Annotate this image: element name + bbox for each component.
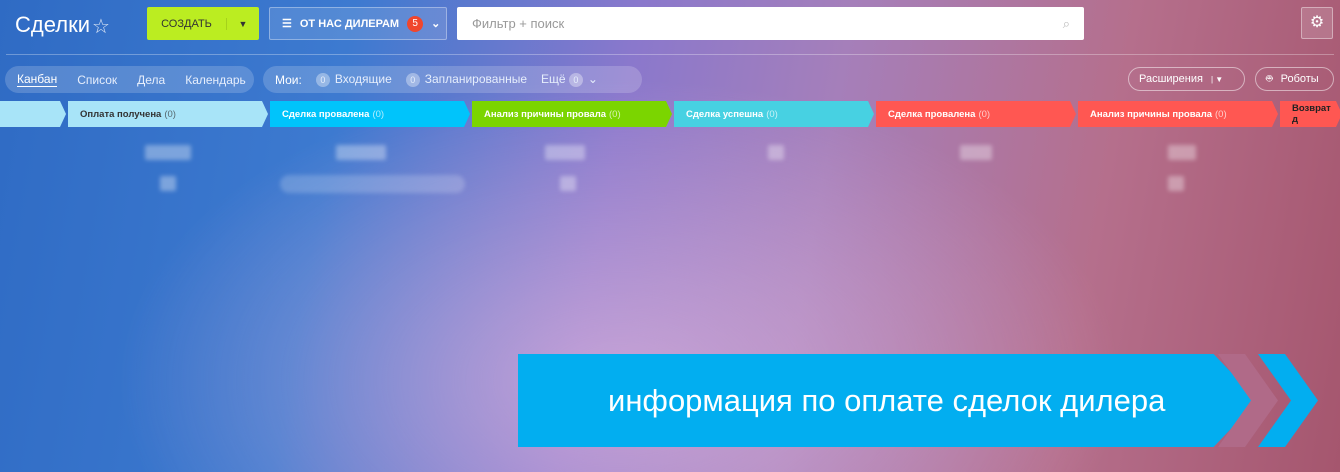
filter-count-badge: 5 [407, 15, 424, 32]
divider [6, 54, 1334, 55]
tab-calendar[interactable]: Календарь [185, 73, 246, 87]
stage-name: Сделка провалена [282, 108, 370, 120]
stage-column-header[interactable] [0, 101, 66, 127]
robot-icon: 🤖︎ [1266, 72, 1273, 85]
filter-icon: ☰ [282, 18, 292, 30]
page-title: Сделки [15, 12, 90, 37]
stage-count: (0) [164, 108, 176, 120]
stage-name: Анализ причины провала [1090, 108, 1213, 120]
promo-banner: информация по оплате сделок дилера [518, 354, 1258, 447]
stage-count: (0) [978, 108, 991, 120]
stage-count: (0) [372, 108, 385, 120]
view-switcher: Канбан Список Дела Календарь [5, 66, 254, 93]
label: Запланированные [424, 72, 527, 86]
dropdown-caret-icon: | ▼ [1210, 74, 1224, 84]
search-input[interactable]: Фильтр + поиск ⌕ [457, 7, 1084, 40]
planned-counter[interactable]: 0 Запланированные [405, 72, 527, 87]
stage-column-header[interactable]: Возврат д [1280, 101, 1340, 127]
kanban-stages: Оплата получена (0) Сделка провалена (0) Ана… [0, 101, 1340, 127]
star-icon[interactable]: ☆ [92, 14, 110, 39]
stage-column-header[interactable]: Сделка провалена (0) [270, 101, 470, 127]
placeholder [1168, 176, 1184, 191]
stage-name: Сделка провалена [888, 108, 976, 120]
incoming-counter[interactable]: 0 Входящие [315, 72, 392, 87]
stage-name: Возврат д [1292, 103, 1331, 125]
stage-name: Оплата получена [80, 108, 162, 120]
stage-column-header[interactable]: Анализ причины провала (0) [472, 101, 672, 127]
count: 0 [405, 73, 420, 87]
banner-text: информация по оплате сделок дилера [608, 382, 1166, 418]
search-icon[interactable]: ⌕ [1063, 16, 1070, 32]
placeholder [145, 145, 191, 160]
placeholder [280, 175, 465, 193]
robots-button[interactable]: 🤖︎ Роботы [1255, 67, 1334, 91]
stage-name: Сделка успешна [686, 108, 764, 120]
stage-column-header[interactable]: Сделка провалена (0) [876, 101, 1076, 127]
stage-count: (0) [766, 108, 778, 120]
filter-preset-button[interactable]: ☰ ОТ НАС ДИЛЕРАМ 5 ⌄ [269, 7, 447, 40]
stage-column-header[interactable]: Анализ причины провала (0) [1078, 101, 1278, 127]
count: 0 [568, 73, 583, 87]
label: Расширения [1139, 73, 1203, 85]
placeholder [768, 145, 784, 160]
my-label: Мои: [275, 72, 302, 87]
tab-activities[interactable]: Дела [137, 73, 165, 87]
placeholder [960, 145, 992, 160]
stage-count: (0) [609, 108, 621, 120]
more-counter[interactable]: Ещё 0 ⌄ [541, 72, 598, 87]
chevron-down-icon: ⌄ [431, 18, 441, 30]
label: Ещё [541, 72, 566, 86]
label: Роботы [1280, 73, 1319, 85]
my-counters: Мои: 0 Входящие 0 Запланированные Ещё 0 ⌄ [263, 66, 642, 93]
label: Входящие [334, 72, 392, 86]
search-placeholder: Фильтр + поиск [472, 16, 565, 31]
stage-column-header[interactable]: Оплата получена (0) [68, 101, 268, 127]
dropdown-caret-icon[interactable]: ▼ [227, 19, 259, 29]
filter-label: ОТ НАС ДИЛЕРАМ [299, 17, 400, 30]
placeholder [560, 176, 576, 191]
gear-icon[interactable]: ⚙ [1301, 7, 1333, 39]
tab-list[interactable]: Список [77, 73, 117, 87]
tab-kanban[interactable]: Канбан [17, 72, 58, 87]
stage-column-header[interactable]: Сделка успешна (0) [674, 101, 874, 127]
create-button[interactable]: СОЗДАТЬ ▼ [147, 7, 259, 40]
stage-name: Анализ причины провала [484, 108, 607, 120]
placeholder [1168, 145, 1196, 160]
extensions-button[interactable]: Расширения | ▼ [1128, 67, 1245, 91]
create-label: СОЗДАТЬ [147, 17, 227, 30]
placeholder [336, 145, 386, 160]
count: 0 [315, 73, 330, 87]
placeholder [160, 176, 176, 191]
stage-count: (0) [1215, 108, 1227, 120]
placeholder [545, 145, 585, 160]
